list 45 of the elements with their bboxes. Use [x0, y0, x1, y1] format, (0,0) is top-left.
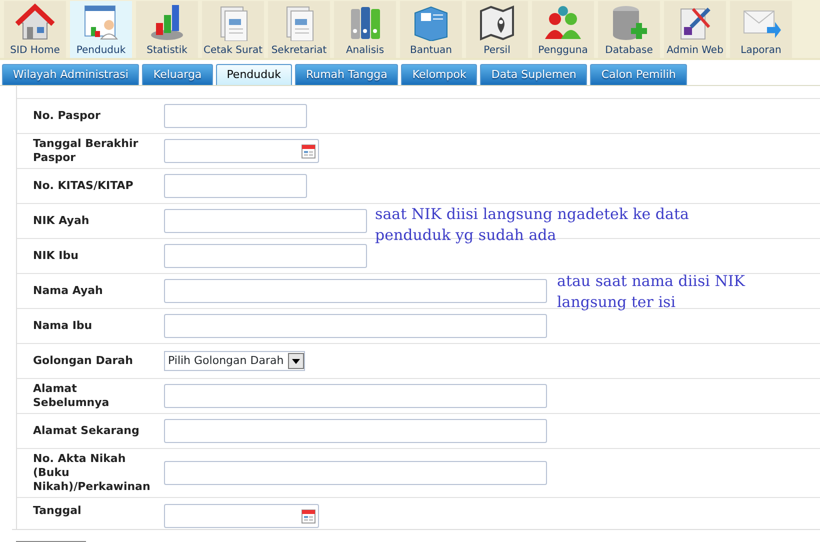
menu-tile[interactable]: Database: [598, 1, 660, 58]
date-field[interactable]: [164, 139, 319, 163]
menu-tile[interactable]: Persil: [466, 1, 528, 58]
map-pin-icon: [477, 3, 517, 41]
calendar-icon[interactable]: [301, 508, 316, 524]
annotation-text: saat NIK diisi langsung ngadetek ke data penduduk yg sudah ada: [375, 204, 690, 246]
field-label: Golongan Darah: [33, 354, 134, 368]
field-label: NIK Ayah: [33, 214, 90, 228]
input-field[interactable]: [164, 174, 307, 198]
input-field[interactable]: [164, 104, 307, 128]
date-field[interactable]: [164, 504, 319, 528]
field-label: Nama Ayah: [33, 284, 104, 298]
tab[interactable]: Penduduk: [216, 64, 292, 85]
menu-tile[interactable]: Cetak Surat: [202, 1, 264, 58]
field-label: Nama Ibu: [33, 319, 94, 333]
menu-tile[interactable]: Pengguna: [532, 1, 594, 58]
menu-tile[interactable]: Sekretariat: [268, 1, 330, 58]
field-label: No. Paspor: [33, 109, 102, 123]
field-label: NIK Ibu: [33, 249, 80, 263]
input-field[interactable]: [164, 461, 547, 485]
field-label: Alamat Sekarang: [33, 424, 140, 438]
menu-tile[interactable]: Analisis: [334, 1, 396, 58]
field-label: Tanggal Berakhir Paspor: [33, 137, 140, 165]
users-icon: [543, 3, 583, 41]
annotation-text: atau saat nama diisi NIK langsung ter isi: [557, 271, 746, 313]
menu-tile[interactable]: Bantuan: [400, 1, 462, 58]
field-label: Tanggal: [33, 504, 82, 518]
menu-tile[interactable]: Admin Web: [664, 1, 726, 58]
field-label: No. Akta Nikah (Buku Nikah)/Perkawinan: [33, 452, 149, 494]
dropdown[interactable]: Pilih Golongan Darah: [164, 351, 305, 371]
input-field[interactable]: [164, 314, 547, 338]
input-field[interactable]: [164, 419, 547, 443]
field-label: No. KITAS/KITAP: [33, 179, 134, 193]
menu-tile[interactable]: Laporan: [730, 1, 792, 58]
input-field[interactable]: [164, 279, 547, 303]
menu-tile[interactable]: Penduduk: [70, 1, 132, 58]
input-field[interactable]: [164, 244, 367, 268]
house-icon: [15, 3, 55, 41]
menu-tile[interactable]: SID Home: [4, 1, 66, 58]
caret-icon: [292, 358, 300, 364]
input-field[interactable]: [164, 209, 367, 233]
input-field[interactable]: [164, 384, 547, 408]
calendar-icon[interactable]: [301, 143, 316, 159]
field-label: Alamat Sebelumnya: [33, 382, 110, 410]
menu-tile[interactable]: Statistik: [136, 1, 198, 58]
